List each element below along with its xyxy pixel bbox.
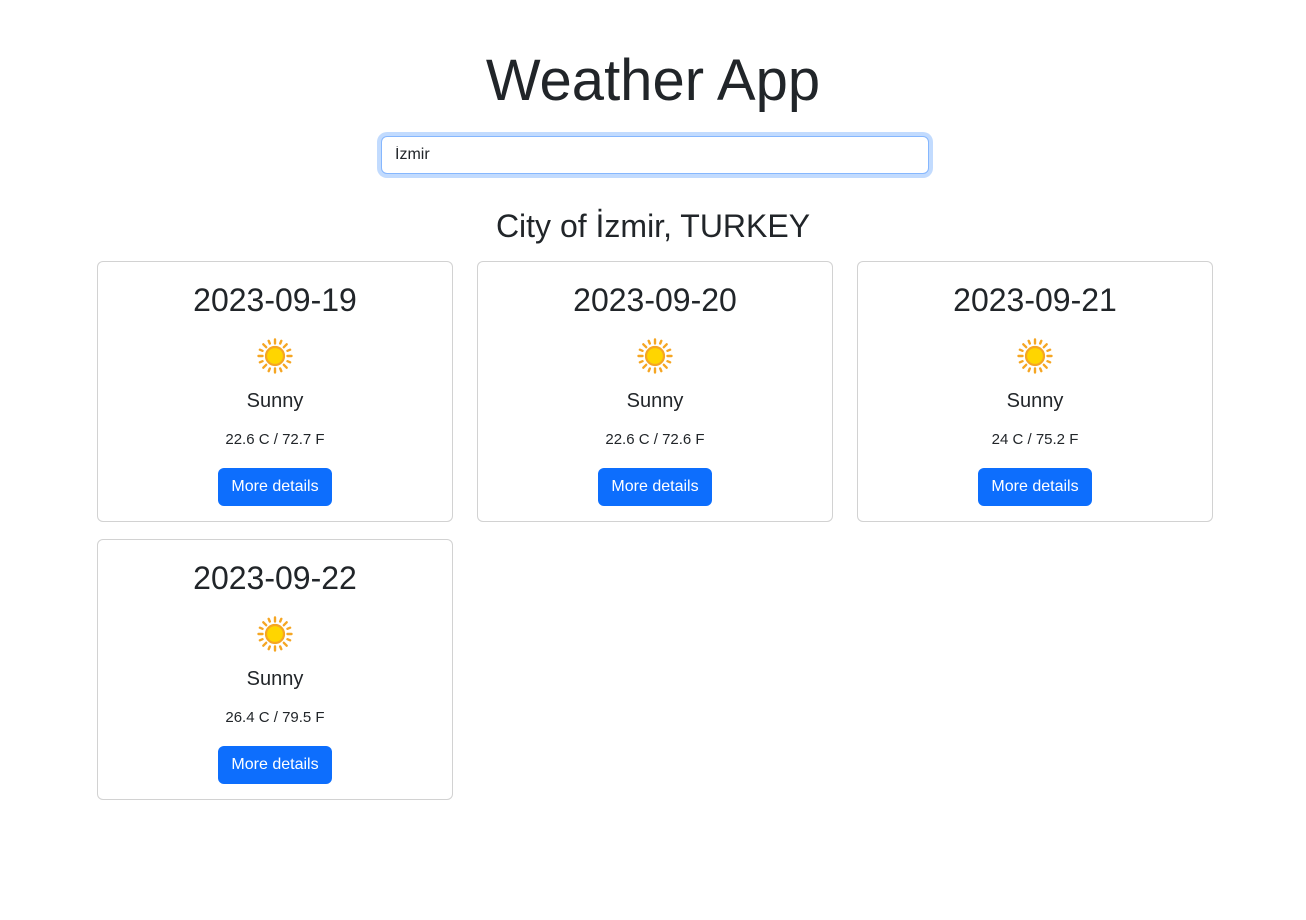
forecast-temperature: 22.6 C / 72.7 F bbox=[225, 431, 325, 448]
forecast-card: 2023-09-21 Sunny 24 C / 75.2 F More deta… bbox=[857, 261, 1213, 522]
forecast-condition: Sunny bbox=[626, 390, 684, 412]
forecast-date: 2023-09-21 bbox=[953, 282, 1117, 318]
forecast-condition: Sunny bbox=[246, 668, 304, 690]
more-details-button[interactable]: More details bbox=[978, 468, 1092, 506]
sun-icon bbox=[1017, 338, 1053, 374]
sun-icon bbox=[257, 616, 293, 652]
sun-icon bbox=[637, 338, 673, 374]
more-details-button[interactable]: More details bbox=[218, 746, 332, 784]
app-title: Weather App bbox=[485, 48, 821, 113]
more-details-button[interactable]: More details bbox=[218, 468, 332, 506]
forecast-card: 2023-09-22 Sunny 26.4 C / 79.5 F More de… bbox=[97, 539, 453, 800]
forecast-date: 2023-09-22 bbox=[193, 560, 357, 596]
forecast-card: 2023-09-20 Sunny 22.6 C / 72.6 F More de… bbox=[477, 261, 833, 522]
forecast-card: 2023-09-19 Sunny 22.6 C / 72.7 F More de… bbox=[97, 261, 453, 522]
forecast-condition: Sunny bbox=[1006, 390, 1064, 412]
forecast-condition: Sunny bbox=[246, 390, 304, 412]
sun-icon bbox=[257, 338, 293, 374]
search-container bbox=[381, 136, 929, 174]
forecast-date: 2023-09-20 bbox=[573, 282, 737, 318]
more-details-button[interactable]: More details bbox=[598, 468, 712, 506]
forecast-temperature: 22.6 C / 72.6 F bbox=[605, 431, 705, 448]
forecast-temperature: 24 C / 75.2 F bbox=[991, 431, 1079, 448]
forecast-temperature: 26.4 C / 79.5 F bbox=[225, 709, 325, 726]
city-heading: City of İzmir, TURKEY bbox=[495, 208, 811, 244]
forecast-date: 2023-09-19 bbox=[193, 282, 357, 318]
city-search-input[interactable] bbox=[381, 136, 929, 174]
